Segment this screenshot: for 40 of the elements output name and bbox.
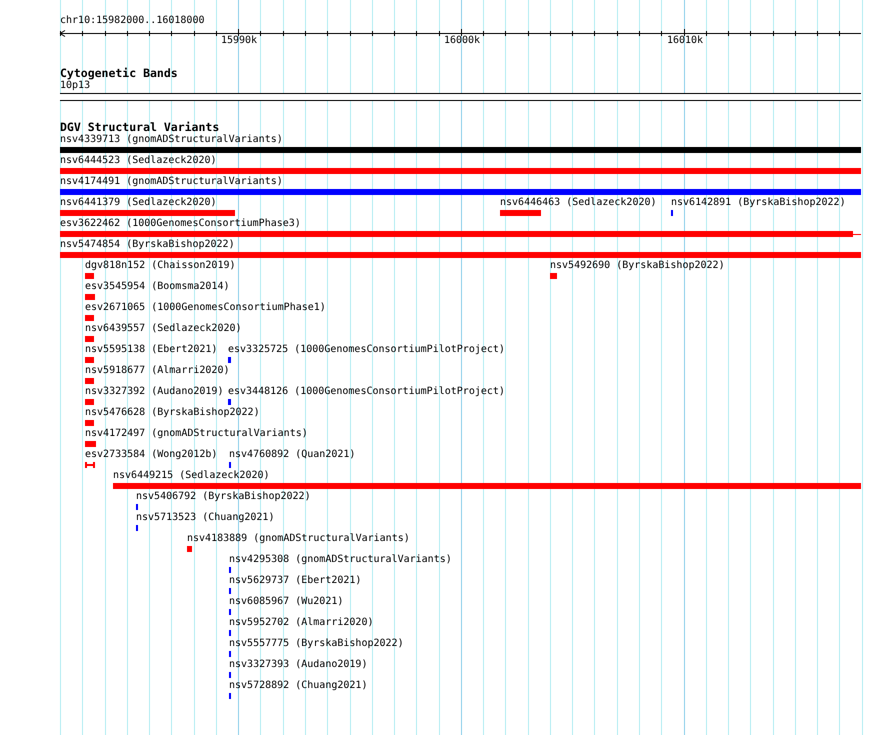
feature-label: nsv5952702 (Almarri2020)	[229, 617, 374, 629]
feature-label: nsv6446463 (Sedlazeck2020)	[500, 197, 657, 209]
feature-label: nsv3327392 (Audano2019)	[85, 386, 224, 398]
feature-label: nsv3327393 (Audano2019)	[229, 659, 368, 671]
feature-label: nsv6441379 (Sedlazeck2020)	[60, 197, 217, 209]
ruler-tick-label: 16010k	[666, 35, 704, 47]
feature-label: esv3325725 (1000GenomesConsortiumPilotProject)	[228, 344, 505, 356]
feature-label: nsv5406792 (ByrskaBishop2022)	[136, 491, 311, 503]
band-label: 10p13	[60, 80, 90, 92]
feature-label: nsv4295308 (gnomADStructuralVariants)	[229, 554, 452, 566]
feature-label: dgv818n152 (Chaisson2019)	[85, 260, 236, 272]
ruler-tick-label: 15990k	[220, 35, 258, 47]
feature-label: nsv4760892 (Quan2021)	[229, 449, 356, 461]
feature-label: nsv4174491 (gnomADStructuralVariants)	[60, 176, 283, 188]
feature-label: esv2671065 (1000GenomesConsortiumPhase1)	[85, 302, 326, 314]
track-title: Cytogenetic Bands	[60, 67, 178, 80]
feature-label: nsv4339713 (gnomADStructuralVariants)	[60, 134, 283, 146]
feature-label: nsv4172497 (gnomADStructuralVariants)	[85, 428, 308, 440]
feature-label: esv3448126 (1000GenomesConsortiumPilotProject)	[228, 386, 505, 398]
feature-label: nsv6142891 (ByrskaBishop2022)	[671, 197, 846, 209]
feature-label: nsv5713523 (Chuang2021)	[136, 512, 274, 524]
feature-label: esv2733584 (Wong2012b)	[85, 449, 218, 461]
feature-label: nsv6449215 (Sedlazeck2020)	[113, 470, 270, 482]
feature-label: nsv6085967 (Wu2021)	[229, 596, 344, 608]
feature-label: nsv4183889 (gnomADStructuralVariants)	[187, 533, 410, 545]
feature-label: nsv5728892 (Chuang2021)	[229, 680, 368, 692]
feature-label: esv3545954 (Boomsma2014)	[85, 281, 230, 293]
feature-label: nsv5595138 (Ebert2021)	[85, 344, 218, 356]
track-title: DGV Structural Variants	[60, 121, 220, 134]
feature-label: esv3622462 (1000GenomesConsortiumPhase3)	[60, 218, 301, 230]
feature-label: nsv6439557 (Sedlazeck2020)	[85, 323, 242, 335]
ruler-tick-label: 16000k	[442, 35, 482, 47]
feature-label: nsv5918677 (Almarri2020)	[85, 365, 230, 377]
feature-label: nsv5476628 (ByrskaBishop2022)	[85, 407, 260, 419]
feature-label: nsv5492690 (ByrskaBishop2022)	[550, 260, 725, 272]
locus-label: chr10:15982000..16018000	[60, 15, 204, 27]
feature-label: nsv5557775 (ByrskaBishop2022)	[229, 638, 404, 650]
feature-label: nsv6444523 (Sedlazeck2020)	[60, 155, 217, 167]
feature-label: nsv5474854 (ByrskaBishop2022)	[60, 239, 235, 251]
feature-label: nsv5629737 (Ebert2021)	[229, 575, 362, 587]
